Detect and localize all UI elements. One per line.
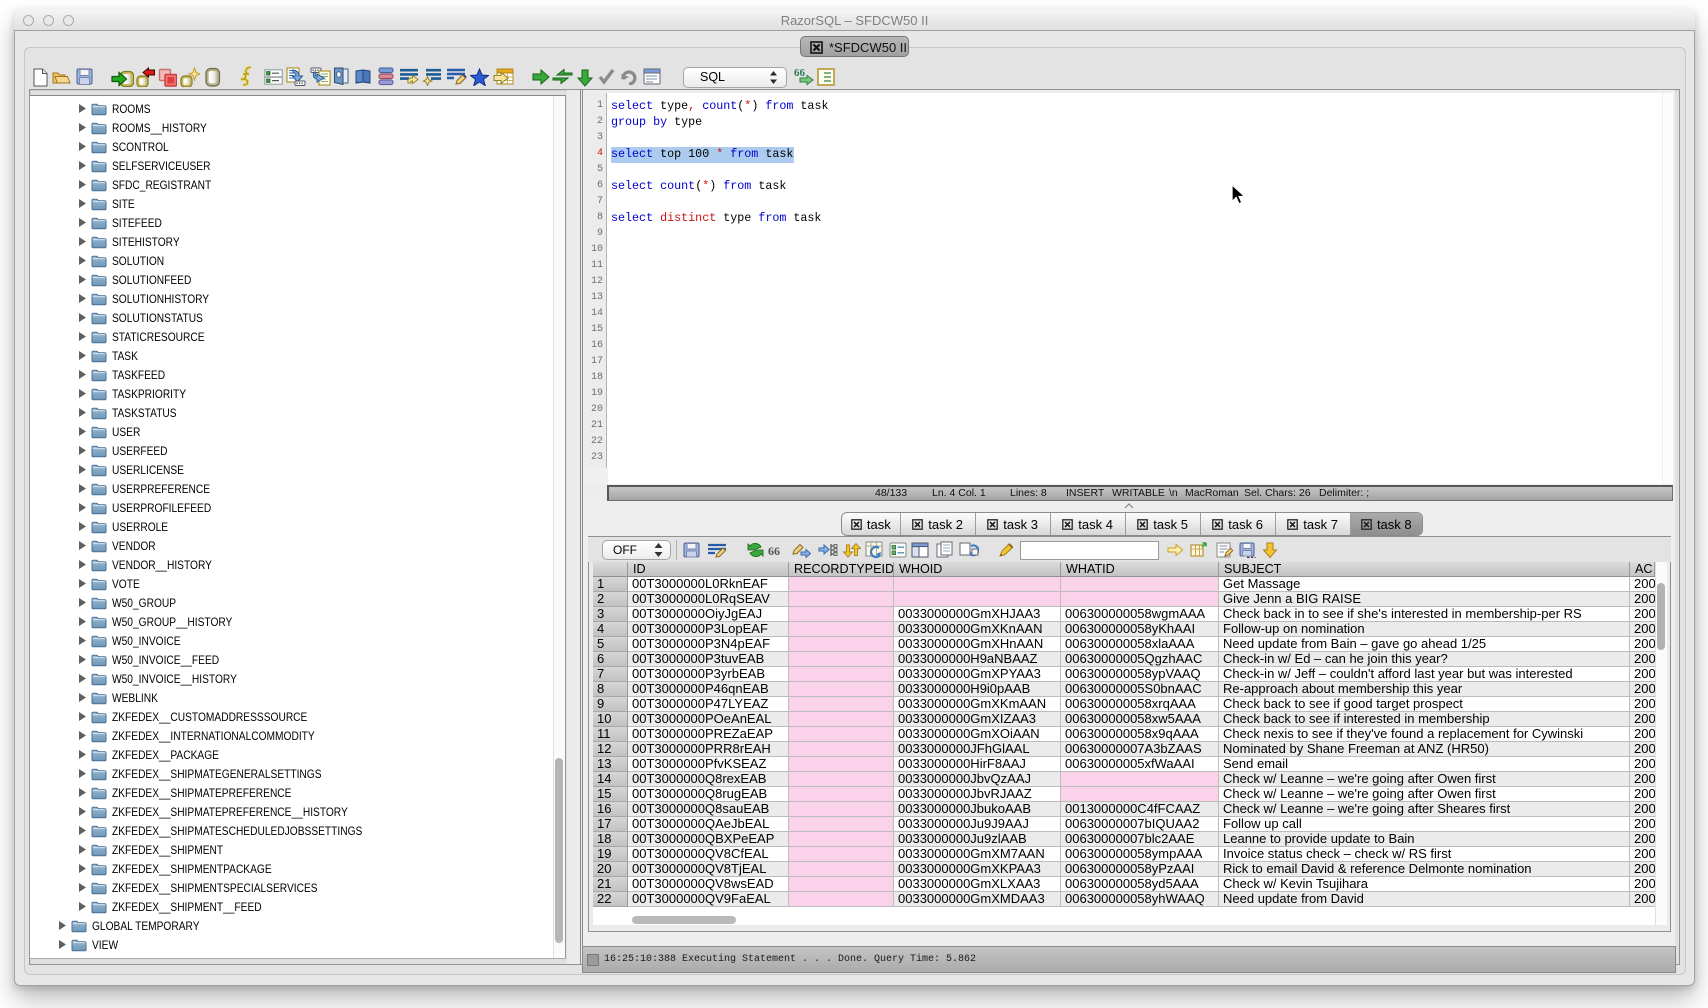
svg-text:66: 66 xyxy=(768,544,780,556)
svg-text:66: 66 xyxy=(794,67,806,79)
